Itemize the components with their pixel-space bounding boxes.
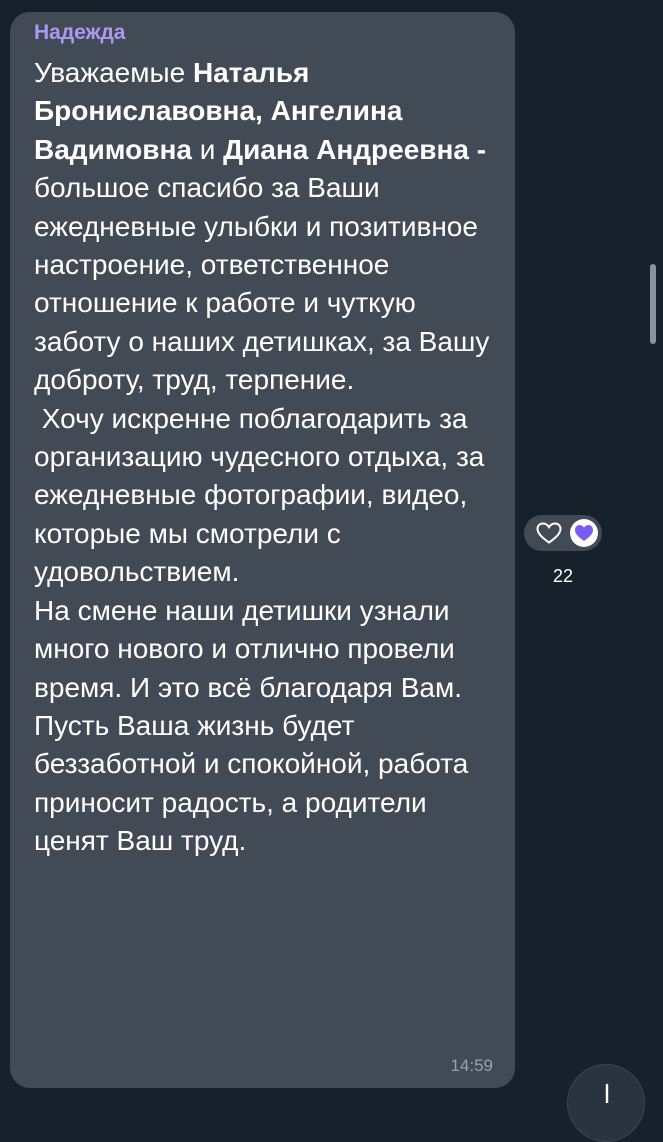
heart-outline-icon	[536, 522, 562, 544]
message-text-part: большое спасибо за Ваши ежедневные улыбк…	[34, 172, 490, 857]
sender-name[interactable]: Надежда	[34, 21, 495, 45]
reaction-button[interactable]	[524, 515, 602, 551]
message-text: Уважаемые Наталья Брониславовна, Ангелин…	[34, 54, 495, 861]
reaction-avatar	[570, 519, 598, 547]
reaction-count: 22	[552, 566, 574, 586]
message-text-part: и	[191, 133, 224, 165]
arrow-down-icon	[605, 1083, 609, 1103]
message-timestamp: 14:59	[450, 1056, 493, 1075]
purple-heart-icon	[575, 525, 593, 541]
scroll-down-button[interactable]	[567, 1064, 645, 1142]
message-text-part: Уважаемые	[34, 57, 193, 88]
scrollbar-thumb[interactable]	[650, 264, 656, 344]
message-text-bold: Диана Андреевна -	[223, 133, 494, 165]
message-bubble[interactable]: Надежда Уважаемые Наталья Брониславовна,…	[10, 12, 515, 1088]
